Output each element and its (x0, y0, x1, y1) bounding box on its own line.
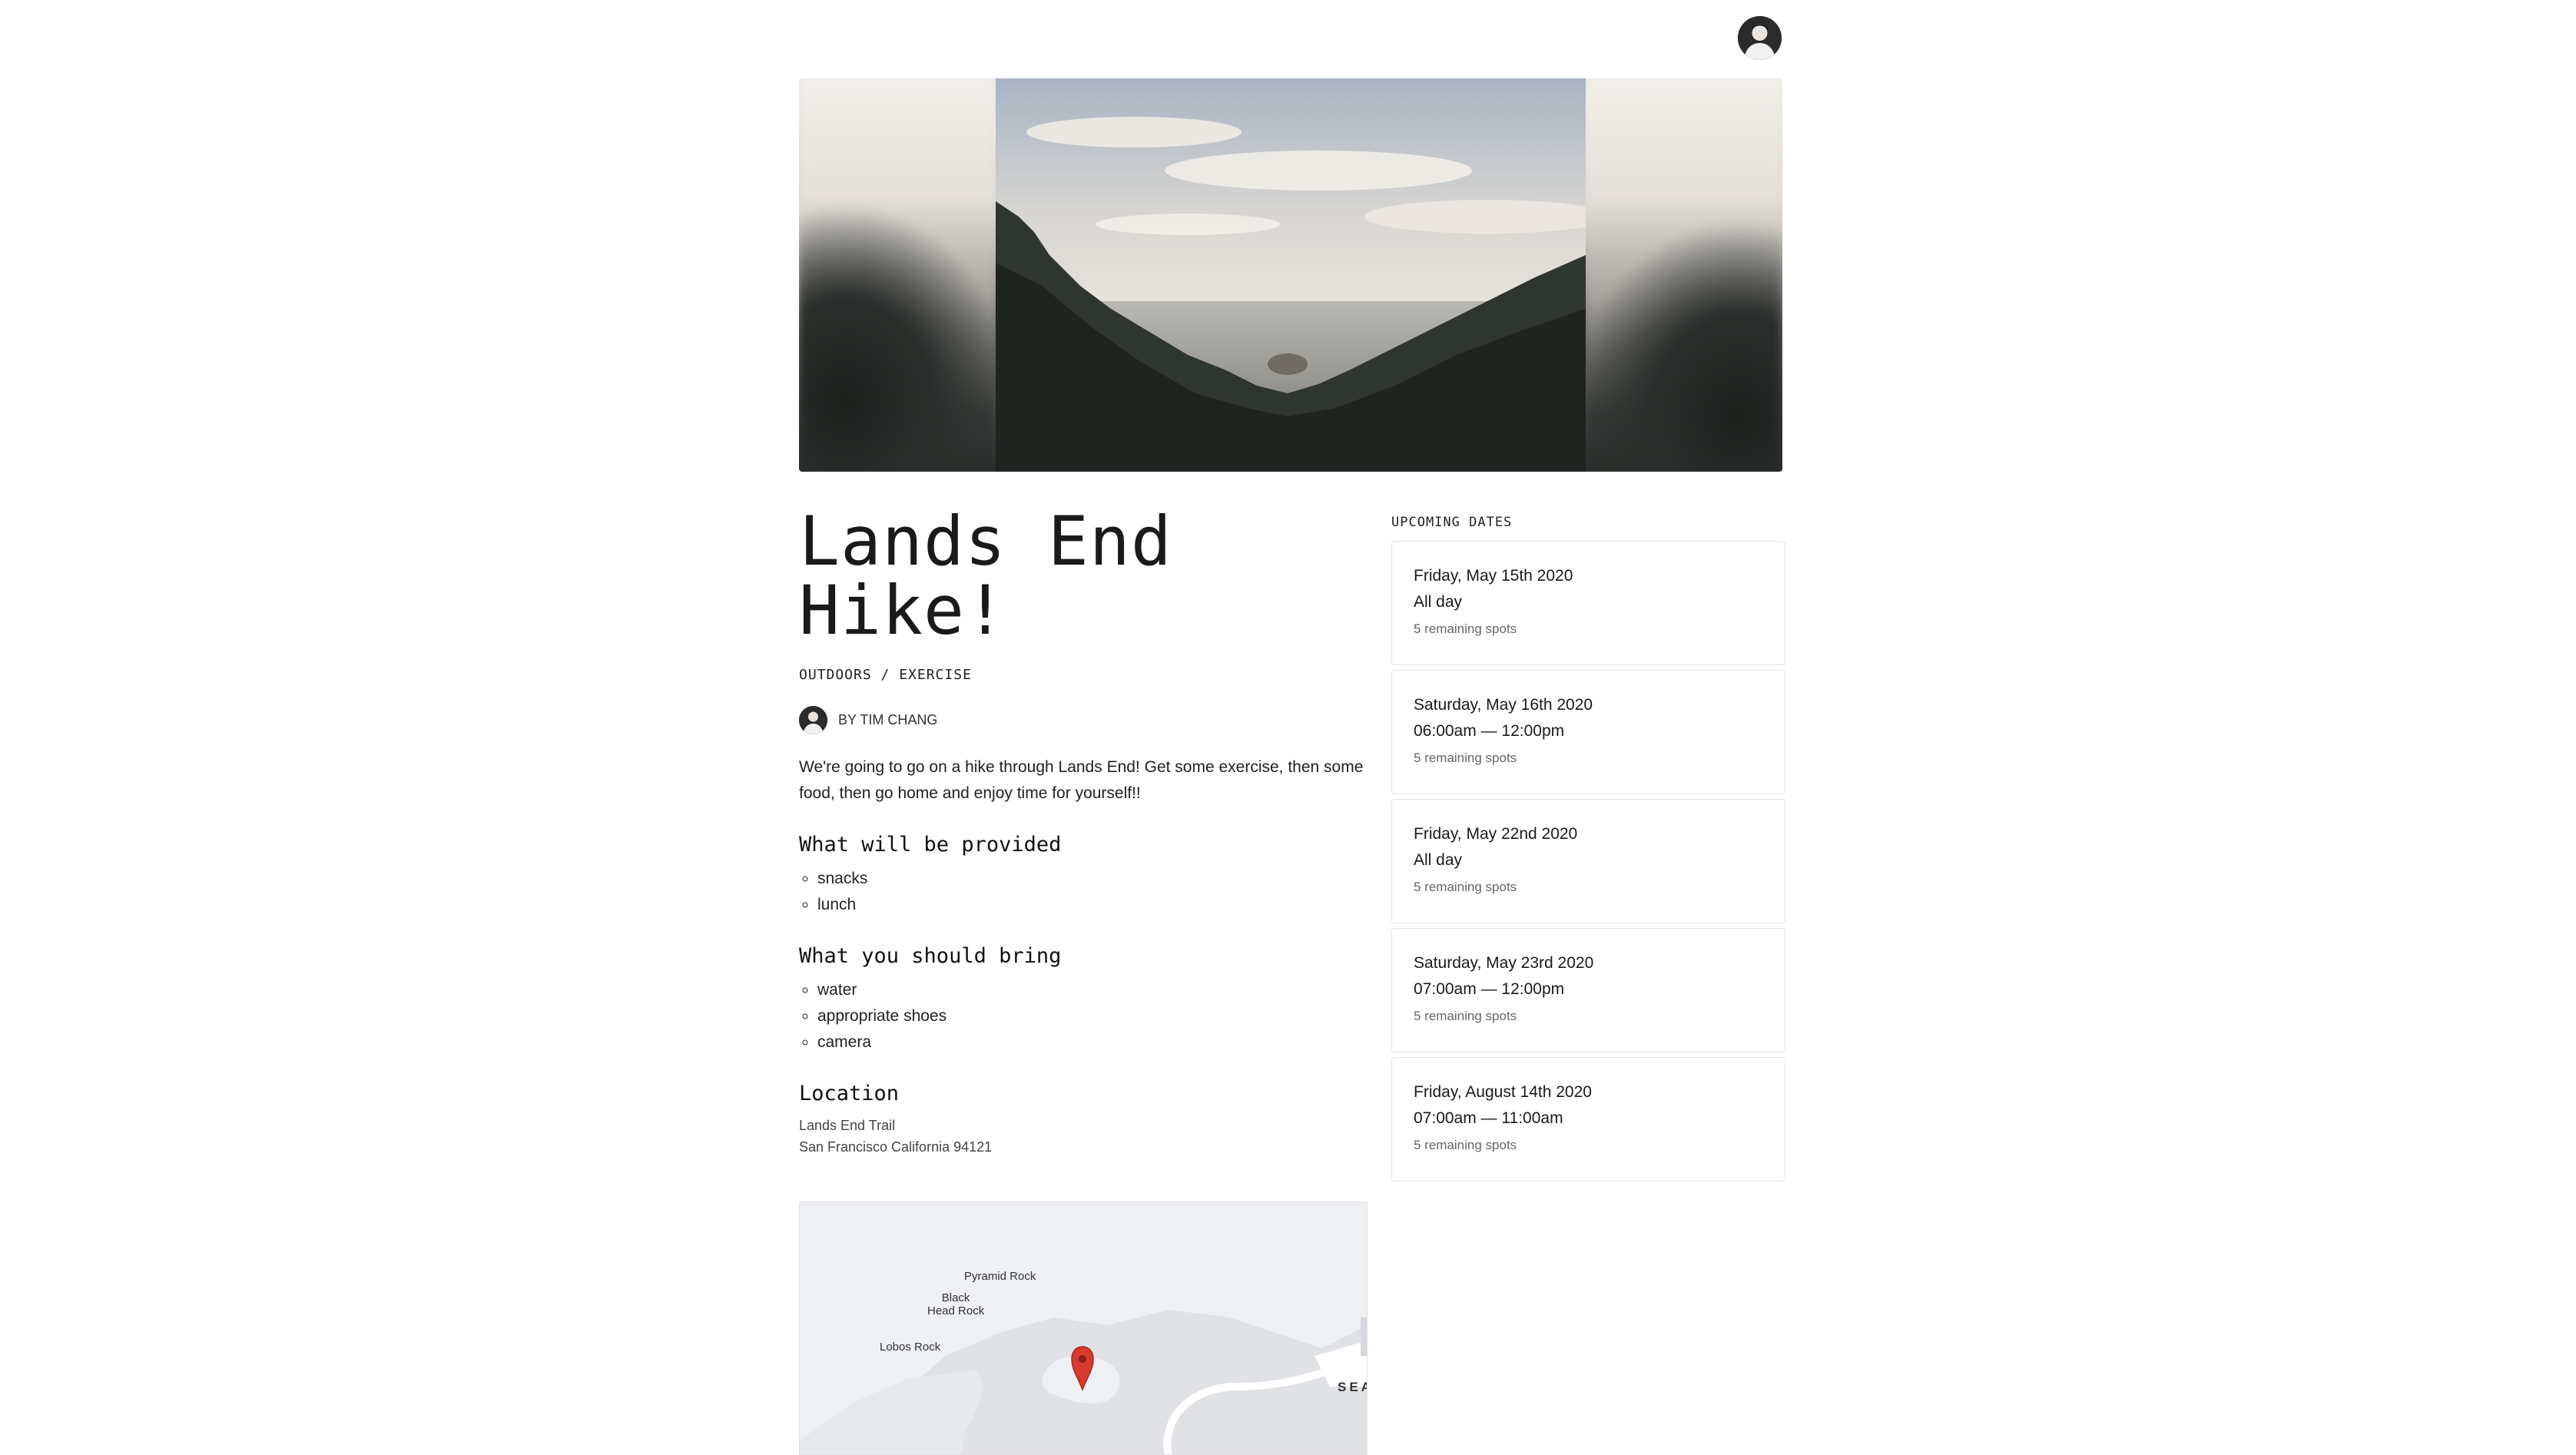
host-avatar (799, 706, 827, 734)
event-title-line1: Lands End (799, 502, 1172, 581)
date-card[interactable]: Friday, August 14th 2020 07:00am — 11:00… (1391, 1057, 1785, 1182)
date-card-spots: 5 remaining spots (1414, 1009, 1517, 1023)
provided-list: snacks lunch (799, 866, 1368, 918)
hero-image (799, 78, 1782, 472)
list-item: lunch (817, 892, 1368, 918)
date-card-date: Saturday, May 23rd 2020 (1414, 954, 1594, 972)
location-address: Lands End Trail San Francisco California… (799, 1115, 1368, 1158)
event-byline[interactable]: BY TIM CHANG (799, 706, 1368, 734)
user-avatar[interactable] (1738, 16, 1782, 60)
map-label-black-head-line1: Black (941, 1291, 970, 1304)
list-item: camera (817, 1029, 1368, 1056)
date-card-date: Friday, May 22nd 2020 (1414, 825, 1578, 843)
date-card-time: 07:00am — 11:00am (1414, 1109, 1563, 1127)
person-icon (1738, 16, 1782, 60)
date-card-time: All day (1414, 851, 1463, 869)
bring-list: water appropriate shoes camera (799, 977, 1368, 1056)
provided-heading: What will be provided (799, 833, 1062, 857)
map-canvas (800, 1202, 1367, 1454)
map-label-pyramid-rock: Pyramid Rock (964, 1270, 1036, 1283)
ocean-landscape-photo (996, 78, 1586, 472)
bring-heading: What you should bring (799, 944, 1062, 968)
hero-blur-left (799, 78, 996, 472)
date-card-time: All day (1414, 593, 1463, 611)
map-label-black-head-line2: Head Rock (927, 1304, 985, 1317)
upcoming-dates-heading: UPCOMING DATES (1391, 515, 1513, 530)
date-card-date: Saturday, May 16th 2020 (1414, 696, 1593, 714)
date-card[interactable]: Saturday, May 16th 2020 06:00am — 12:00p… (1391, 670, 1785, 794)
date-card[interactable]: Friday, May 22nd 2020 All day 5 remainin… (1391, 799, 1785, 923)
upcoming-dates: UPCOMING DATES Friday, May 15th 2020 All… (1391, 515, 1785, 1186)
map-label-lobos-rock: Lobos Rock (880, 1341, 941, 1354)
location-heading: Location (799, 1082, 900, 1105)
map-label-black-head-rock: Black Head Rock (927, 1291, 984, 1317)
event-category[interactable]: OUTDOORS / EXERCISE (799, 667, 1368, 683)
date-card-date: Friday, May 15th 2020 (1414, 567, 1573, 585)
map-pin-icon[interactable] (1070, 1345, 1095, 1391)
date-card-spots: 5 remaining spots (1414, 1138, 1517, 1152)
date-card-time: 07:00am — 12:00pm (1414, 980, 1565, 998)
date-card-spots: 5 remaining spots (1414, 621, 1517, 636)
date-card[interactable]: Saturday, May 23rd 2020 07:00am — 12:00p… (1391, 928, 1785, 1052)
location-map[interactable]: Pyramid Rock Black Head Rock Lobos Rock … (799, 1201, 1368, 1455)
address-line2: San Francisco California 94121 (799, 1139, 993, 1155)
map-label-sea: SEA (1338, 1380, 1367, 1394)
hero-blur-right (1586, 78, 1782, 472)
event-title-line2: Hike! (799, 571, 1006, 650)
date-card-date: Friday, August 14th 2020 (1414, 1083, 1592, 1101)
event-title: Lands End Hike! (799, 507, 1368, 645)
date-card-spots: 5 remaining spots (1414, 751, 1517, 765)
list-item: snacks (817, 866, 1368, 892)
event-description: We're going to go on a hike through Land… (799, 758, 1364, 802)
host-name: BY TIM CHANG (838, 712, 938, 728)
date-card-spots: 5 remaining spots (1414, 880, 1517, 894)
address-line1: Lands End Trail (799, 1118, 896, 1133)
date-card-time: 06:00am — 12:00pm (1414, 722, 1565, 740)
list-item: appropriate shoes (817, 1003, 1368, 1029)
person-icon (799, 706, 827, 734)
event-details: Lands End Hike! OUTDOORS / EXERCISE BY T… (799, 507, 1368, 1455)
list-item: water (817, 977, 1368, 1003)
date-card[interactable]: Friday, May 15th 2020 All day 5 remainin… (1391, 541, 1785, 665)
